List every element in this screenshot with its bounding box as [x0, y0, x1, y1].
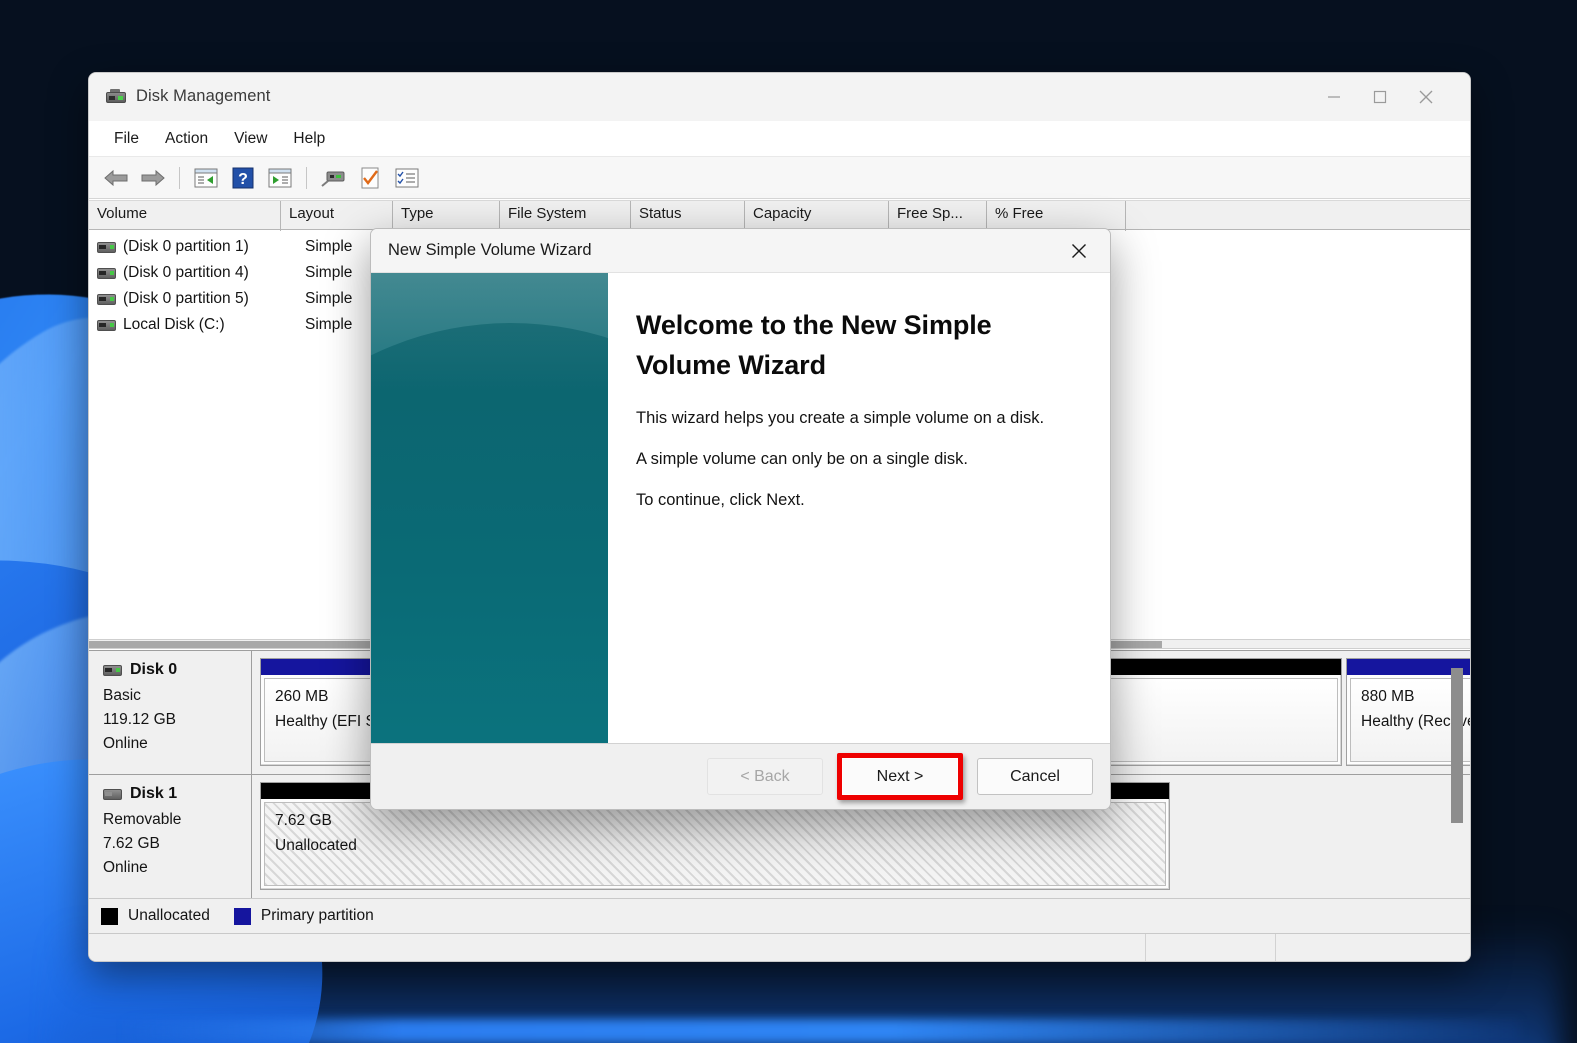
partition-details: 7.62 GB Unallocated — [264, 802, 1166, 886]
toolbar: ? — [89, 157, 1470, 199]
disk-size: 7.62 GB — [103, 835, 160, 852]
volume-name: (Disk 0 partition 1) — [123, 238, 249, 255]
wizard-content: Welcome to the New Simple Volume Wizard … — [608, 273, 1110, 743]
wizard-body: Welcome to the New Simple Volume Wizard … — [371, 273, 1110, 743]
cancel-button[interactable]: Cancel — [977, 758, 1093, 795]
disk-status: Online — [103, 735, 148, 752]
window-controls — [1311, 73, 1470, 121]
disk-name: Disk 0 — [130, 661, 178, 678]
forward-icon[interactable] — [136, 162, 170, 194]
maximize-button[interactable] — [1357, 73, 1403, 121]
svg-text:?: ? — [238, 171, 248, 188]
disk-type: Removable — [103, 811, 182, 828]
volume-name: (Disk 0 partition 5) — [123, 290, 249, 307]
properties-icon[interactable] — [353, 162, 387, 194]
status-bar-segment — [1145, 934, 1275, 961]
vertical-scrollbar[interactable] — [1450, 658, 1464, 890]
disk-info-0[interactable]: Disk 0 Basic 119.12 GB Online — [89, 651, 252, 775]
toolbar-separator — [179, 166, 180, 189]
volume-name: (Disk 0 partition 4) — [123, 264, 249, 281]
column-header-percent-free[interactable]: % Free — [987, 201, 1126, 231]
disk-name: Disk 1 — [130, 785, 178, 802]
volume-icon — [97, 241, 116, 253]
wizard-paragraph-3: To continue, click Next. — [636, 491, 805, 509]
partition-size: 7.62 GB — [275, 812, 332, 829]
list-view-icon[interactable] — [390, 162, 424, 194]
new-simple-volume-wizard-dialog: New Simple Volume Wizard Welcome to the … — [370, 228, 1111, 810]
disk-icon — [103, 664, 122, 676]
column-header-free-space[interactable]: Free Sp... — [889, 201, 987, 231]
menu-view[interactable]: View — [221, 126, 280, 152]
minimize-button[interactable] — [1311, 73, 1357, 121]
disk-type: Basic — [103, 687, 141, 704]
show-hide-console-tree-icon[interactable] — [189, 162, 223, 194]
window-title: Disk Management — [136, 87, 271, 105]
status-bar — [89, 933, 1470, 961]
disk-size: 119.12 GB — [103, 711, 176, 728]
vertical-scrollbar-thumb[interactable] — [1451, 668, 1463, 823]
help-icon[interactable]: ? — [226, 162, 260, 194]
column-header-volume[interactable]: Volume — [89, 201, 281, 231]
disk-status: Online — [103, 859, 148, 876]
column-header-file-system[interactable]: File System — [500, 201, 631, 231]
legend-swatch-primary — [233, 907, 251, 925]
wallpaper-bottom-streak — [120, 1019, 1520, 1043]
volume-list-header: Volume Layout Type File System Status Ca… — [89, 200, 1470, 231]
disk-icon — [103, 788, 122, 800]
column-header-type[interactable]: Type — [393, 201, 500, 231]
legend-label-unallocated: Unallocated — [128, 907, 210, 924]
window-titlebar: Disk Management — [89, 73, 1470, 121]
rescan-disks-icon[interactable] — [316, 162, 350, 194]
wizard-titlebar: New Simple Volume Wizard — [371, 229, 1110, 273]
volume-icon — [97, 293, 116, 305]
wizard-heading: Welcome to the New Simple Volume Wizard — [636, 310, 992, 380]
column-header-status[interactable]: Status — [631, 201, 745, 231]
column-header-layout[interactable]: Layout — [281, 201, 393, 231]
wizard-paragraph-2: A simple volume can only be on a single … — [636, 450, 969, 468]
wizard-paragraph-1: This wizard helps you create a simple vo… — [636, 409, 1045, 427]
toolbar-separator-2 — [306, 166, 307, 189]
menu-action[interactable]: Action — [152, 126, 221, 152]
wizard-banner-image — [371, 273, 608, 743]
disk-info-1[interactable]: Disk 1 Removable 7.62 GB Online — [89, 775, 252, 898]
next-button-highlight: Next > — [837, 753, 963, 800]
menu-bar: File Action View Help — [89, 121, 1470, 157]
menu-file[interactable]: File — [101, 126, 152, 152]
back-icon[interactable] — [99, 162, 133, 194]
wizard-footer: < Back Next > Cancel — [371, 743, 1110, 809]
status-bar-segment — [1275, 934, 1470, 961]
wizard-title: New Simple Volume Wizard — [388, 241, 592, 259]
column-header-capacity[interactable]: Capacity — [745, 201, 889, 231]
menu-help[interactable]: Help — [280, 126, 338, 152]
volume-name: Local Disk (C:) — [123, 316, 225, 333]
legend: Unallocated Primary partition — [89, 898, 1470, 933]
partition-status: Unallocated — [275, 837, 357, 854]
disk-drive-icon — [106, 88, 126, 105]
back-button[interactable]: < Back — [707, 758, 823, 795]
show-hide-action-pane-icon[interactable] — [263, 162, 297, 194]
wizard-close-button[interactable] — [1064, 236, 1094, 266]
legend-label-primary: Primary partition — [260, 907, 374, 924]
volume-icon — [97, 319, 116, 331]
next-button[interactable]: Next > — [842, 758, 958, 795]
legend-swatch-unallocated — [101, 907, 118, 925]
column-header-filler — [1126, 201, 1470, 231]
close-button[interactable] — [1403, 73, 1449, 121]
volume-icon — [97, 267, 116, 279]
